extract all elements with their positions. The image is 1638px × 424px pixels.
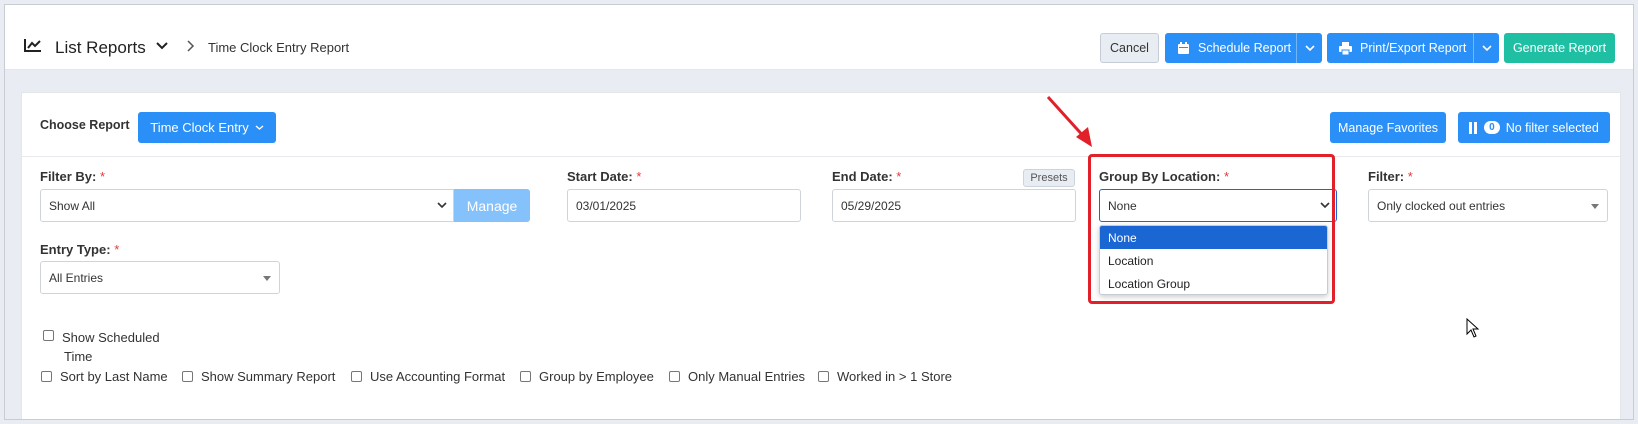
- choose-report-label: Choose Report: [40, 118, 130, 132]
- entry-type-value: All Entries: [49, 270, 104, 285]
- chevron-down-icon: [1481, 45, 1492, 52]
- chevron-down-icon: [1304, 45, 1315, 52]
- worked-multi-store-option[interactable]: Worked in > 1 Store: [818, 369, 952, 384]
- schedule-report-label: Schedule Report: [1198, 41, 1292, 55]
- page-title[interactable]: List Reports: [55, 38, 146, 58]
- mouse-cursor-icon: [1466, 318, 1480, 338]
- print-export-button[interactable]: Print/Export Report: [1327, 33, 1499, 63]
- schedule-report-button[interactable]: Schedule Report: [1165, 33, 1322, 63]
- start-date-label-text: Start Date:: [567, 169, 633, 184]
- manage-filter-button[interactable]: Manage: [454, 189, 530, 222]
- show-scheduled-label-cont: Time: [64, 349, 93, 364]
- divider: [22, 156, 1620, 157]
- show-summary-label: Show Summary Report: [201, 369, 336, 384]
- manual-entries-option[interactable]: Only Manual Entries: [669, 369, 805, 384]
- worked-multi-store-label: Worked in > 1 Store: [837, 369, 953, 384]
- required-marker: *: [896, 169, 902, 184]
- end-date-label-text: End Date:: [832, 169, 893, 184]
- start-date-input[interactable]: 03/01/2025: [567, 189, 801, 222]
- schedule-report-dropdown-toggle[interactable]: [1296, 33, 1322, 63]
- manage-favorites-button[interactable]: Manage Favorites: [1330, 112, 1446, 143]
- caret-down-icon: [263, 276, 271, 281]
- caret-down-icon: [1591, 204, 1599, 209]
- required-marker: *: [114, 242, 120, 257]
- report-select-button[interactable]: Time Clock Entry: [138, 112, 276, 143]
- filter-count-badge: 0: [1484, 121, 1500, 134]
- chevron-down-icon: [255, 125, 264, 130]
- sort-last-name-option[interactable]: Sort by Last Name: [41, 369, 168, 384]
- entry-type-label: Entry Type: *: [40, 242, 119, 257]
- entry-type-label-text: Entry Type:: [40, 242, 111, 257]
- cancel-button[interactable]: Cancel: [1100, 33, 1159, 63]
- filter-by-select[interactable]: Show All: [40, 189, 454, 222]
- breadcrumb: Time Clock Entry Report: [208, 40, 350, 55]
- manual-entries-label: Only Manual Entries: [688, 369, 806, 384]
- filter-status-label: No filter selected: [1505, 120, 1599, 135]
- group-employee-option[interactable]: Group by Employee: [520, 369, 654, 384]
- filter-icon: [1469, 121, 1478, 134]
- entry-type-select[interactable]: All Entries: [40, 261, 280, 294]
- filter-selection-button[interactable]: 0 No filter selected: [1458, 112, 1610, 143]
- required-marker: *: [636, 169, 642, 184]
- show-scheduled-label: Show Scheduled: [62, 330, 160, 345]
- required-marker: *: [1407, 169, 1413, 184]
- arrow-annotation: [1046, 95, 1092, 147]
- end-date-input[interactable]: 05/29/2025: [832, 189, 1076, 222]
- show-summary-checkbox[interactable]: [182, 371, 193, 382]
- worked-multi-store-checkbox[interactable]: [818, 371, 829, 382]
- sort-last-name-checkbox[interactable]: [41, 371, 52, 382]
- show-summary-option[interactable]: Show Summary Report: [182, 369, 335, 384]
- filter-by-label-text: Filter By:: [40, 169, 97, 184]
- top-header: List Reports Time Clock Entry Report Can…: [5, 5, 1633, 70]
- chevron-down-icon[interactable]: [155, 41, 169, 51]
- option-none[interactable]: None: [1100, 226, 1327, 249]
- filter-by-label: Filter By: *: [40, 169, 105, 184]
- app-window: List Reports Time Clock Entry Report Can…: [4, 4, 1634, 420]
- required-marker: *: [99, 169, 106, 184]
- filter-label: Filter: *: [1368, 169, 1413, 184]
- filter-by-value: Show All: [49, 198, 96, 213]
- filter-label-text: Filter:: [1368, 169, 1405, 184]
- option-location[interactable]: Location: [1100, 249, 1327, 272]
- start-date-label: Start Date: *: [567, 169, 641, 184]
- end-date-label: End Date: *: [832, 169, 901, 184]
- group-employee-label: Group by Employee: [539, 369, 654, 384]
- option-location-group[interactable]: Location Group: [1100, 272, 1327, 294]
- chevron-right-icon: [187, 40, 195, 52]
- filter-select[interactable]: Only clocked out entries: [1368, 189, 1608, 222]
- accounting-format-option[interactable]: Use Accounting Format: [351, 369, 505, 384]
- accounting-format-label: Use Accounting Format: [370, 369, 506, 384]
- generate-report-button[interactable]: Generate Report: [1504, 33, 1615, 63]
- chart-line-icon: [24, 39, 41, 52]
- print-export-label: Print/Export Report: [1360, 41, 1467, 55]
- show-scheduled-time-checkbox[interactable]: [43, 330, 54, 341]
- print-export-dropdown-toggle[interactable]: [1473, 33, 1499, 63]
- accounting-format-checkbox[interactable]: [351, 371, 362, 382]
- calendar-icon: [1178, 41, 1189, 54]
- chevron-down-icon: [437, 202, 447, 209]
- presets-button[interactable]: Presets: [1023, 169, 1075, 187]
- group-employee-checkbox[interactable]: [520, 371, 531, 382]
- filter-value: Only clocked out entries: [1377, 198, 1506, 213]
- printer-icon: [1339, 41, 1352, 55]
- manual-entries-checkbox[interactable]: [669, 371, 680, 382]
- group-by-location-dropdown-menu: None Location Location Group: [1099, 225, 1328, 295]
- report-select-label: Time Clock Entry: [150, 120, 249, 135]
- sort-last-name-label: Sort by Last Name: [60, 369, 168, 384]
- report-card: Choose Report Time Clock Entry Manage Fa…: [21, 92, 1621, 419]
- show-scheduled-time-option[interactable]: Show Scheduled Time: [43, 328, 160, 366]
